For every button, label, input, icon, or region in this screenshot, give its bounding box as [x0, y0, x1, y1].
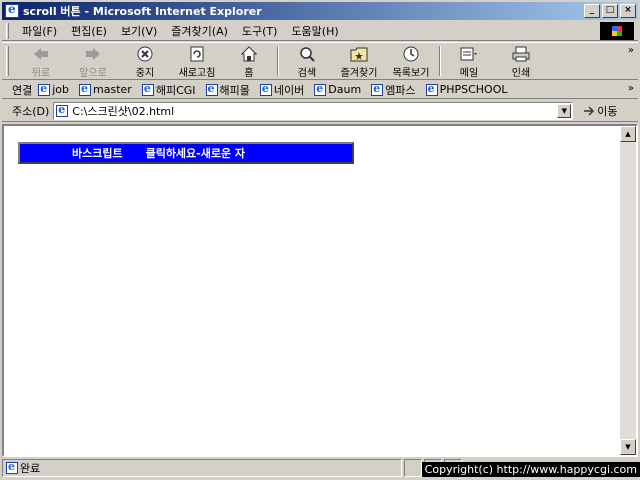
- window-title: scroll 버튼 - Microsoft Internet Explorer: [23, 5, 262, 18]
- minimize-button[interactable]: _: [584, 4, 600, 18]
- favorites-folder-icon: [350, 46, 368, 62]
- go-label: 이동: [597, 104, 618, 118]
- mail-icon: [460, 46, 478, 62]
- favorites-label: 즐겨찾기: [340, 68, 378, 79]
- forward-arrow-icon: [84, 46, 102, 62]
- menu-grip: [6, 22, 9, 39]
- menu-favorites[interactable]: 즐겨찾기(A): [164, 23, 235, 39]
- mail-label: 메일: [459, 68, 479, 79]
- link-empas[interactable]: 엠파스: [371, 82, 416, 98]
- menu-file[interactable]: 파일(F): [15, 23, 64, 39]
- forward-label: 앞으로: [79, 68, 107, 79]
- link-job[interactable]: job: [38, 82, 70, 96]
- back-label: 뒤로: [31, 68, 51, 79]
- link-master[interactable]: master: [79, 82, 132, 96]
- address-label: 주소(D): [12, 104, 50, 118]
- back-button[interactable]: 뒤로: [15, 43, 67, 79]
- ie-page-icon: [205, 82, 218, 96]
- link-happymall[interactable]: 해피몰: [205, 82, 250, 98]
- windows-logo-icon: [600, 22, 634, 40]
- history-label: 목록보기: [392, 68, 430, 79]
- back-arrow-icon: [32, 46, 50, 62]
- toolbar-grip: [6, 46, 9, 76]
- page-content: 바스크립트 클릭하세요-새로운 자 ▲ ▼: [2, 124, 638, 457]
- ie-page-icon: [259, 82, 272, 96]
- title-bar: scroll 버튼 - Microsoft Internet Explorer …: [2, 2, 638, 20]
- scroll-down-arrow-icon[interactable]: ▼: [620, 439, 636, 455]
- toolbar-more-chevron[interactable]: »: [628, 45, 634, 56]
- link-phpschool[interactable]: PHPSCHOOL: [425, 82, 508, 96]
- ie-page-icon: [6, 460, 18, 474]
- menu-help[interactable]: 도움말(H): [284, 23, 345, 39]
- search-label: 검색: [297, 68, 317, 79]
- link-text: 해피몰: [219, 83, 250, 97]
- links-more-chevron[interactable]: »: [628, 83, 634, 94]
- stop-button[interactable]: 중지: [119, 43, 171, 79]
- home-icon: [240, 46, 258, 62]
- menu-view[interactable]: 보기(V): [114, 23, 164, 39]
- links-bar: 연결 job master 해피CGI 해피몰 네이버 Daum 엠파스 PHP…: [2, 81, 638, 99]
- scroll-up-arrow-icon[interactable]: ▲: [620, 126, 636, 142]
- ie-page-icon: [38, 82, 51, 96]
- menu-bar: 파일(F) 편집(E) 보기(V) 즐겨찾기(A) 도구(T) 도움말(H): [2, 21, 638, 41]
- ie-page-icon: [141, 82, 154, 96]
- stop-icon: [136, 46, 154, 62]
- window-controls: _ □ ×: [582, 4, 636, 18]
- menu-edit[interactable]: 편집(E): [64, 23, 114, 39]
- print-button[interactable]: 인쇄: [495, 43, 547, 79]
- search-button[interactable]: 검색: [281, 43, 333, 79]
- history-button[interactable]: 목록보기: [385, 43, 437, 79]
- print-label: 인쇄: [511, 68, 531, 79]
- link-text: Daum: [328, 83, 362, 96]
- go-arrow-icon: [584, 105, 595, 116]
- go-button[interactable]: 이동: [583, 103, 618, 119]
- links-label: 연결: [12, 83, 33, 97]
- mail-button[interactable]: 메일: [443, 43, 495, 79]
- refresh-icon: [188, 46, 206, 62]
- toolbar-separator: [439, 46, 441, 76]
- status-main-panel: 완료: [2, 459, 402, 477]
- ie-page-icon: [79, 82, 92, 96]
- refresh-button[interactable]: 새로고침: [171, 43, 223, 79]
- refresh-label: 새로고침: [178, 68, 216, 79]
- vertical-scrollbar[interactable]: ▲ ▼: [620, 126, 636, 455]
- link-naver[interactable]: 네이버: [259, 82, 305, 98]
- link-text: 네이버: [273, 83, 305, 97]
- ie-page-icon: [314, 82, 327, 96]
- menu-tools[interactable]: 도구(T): [235, 23, 285, 39]
- home-button[interactable]: 홈: [223, 43, 275, 79]
- history-icon: [402, 46, 420, 62]
- ie-page-icon: [425, 82, 438, 96]
- link-text: 엠파스: [385, 83, 416, 97]
- close-button[interactable]: ×: [620, 4, 636, 18]
- stop-label: 중지: [135, 68, 155, 79]
- forward-button[interactable]: 앞으로: [67, 43, 119, 79]
- search-icon: [298, 46, 316, 62]
- ie-page-icon: [56, 103, 69, 117]
- ie-icon: [5, 2, 19, 18]
- link-happycgi[interactable]: 해피CGI: [141, 82, 196, 98]
- address-value: C:\스크린샷\02.html: [72, 104, 175, 118]
- maximize-button[interactable]: □: [602, 4, 618, 18]
- status-text: 완료: [20, 462, 41, 475]
- address-input[interactable]: C:\스크린샷\02.html ▼: [53, 101, 574, 120]
- status-panel: [404, 459, 422, 477]
- address-bar: 주소(D) C:\스크린샷\02.html ▼ 이동: [2, 100, 638, 122]
- toolbar-separator: [277, 46, 279, 76]
- address-dropdown-arrow-icon[interactable]: ▼: [557, 103, 572, 118]
- link-daum[interactable]: Daum: [314, 82, 362, 96]
- link-text: PHPSCHOOL: [439, 83, 508, 96]
- copyright-watermark: Copyright(c) http://www.happycgi.com: [421, 462, 640, 477]
- ie-page-icon: [371, 82, 384, 96]
- link-text: job: [52, 83, 70, 96]
- favorites-button[interactable]: 즐겨찾기: [333, 43, 385, 79]
- home-label: 홈: [244, 68, 254, 79]
- printer-icon: [512, 46, 530, 62]
- scroll-text-button[interactable]: 바스크립트 클릭하세요-새로운 자: [18, 142, 354, 164]
- link-text: master: [93, 83, 132, 96]
- browser-window: scroll 버튼 - Microsoft Internet Explorer …: [0, 0, 640, 480]
- standard-toolbar: 뒤로 앞으로 중지 새로고침 홈 검색 즐겨찾기 목록보기 메일 인쇄 »: [2, 42, 638, 80]
- link-text: 해피CGI: [155, 83, 196, 97]
- scroll-text: 바스크립트 클릭하세요-새로운 자: [72, 147, 246, 160]
